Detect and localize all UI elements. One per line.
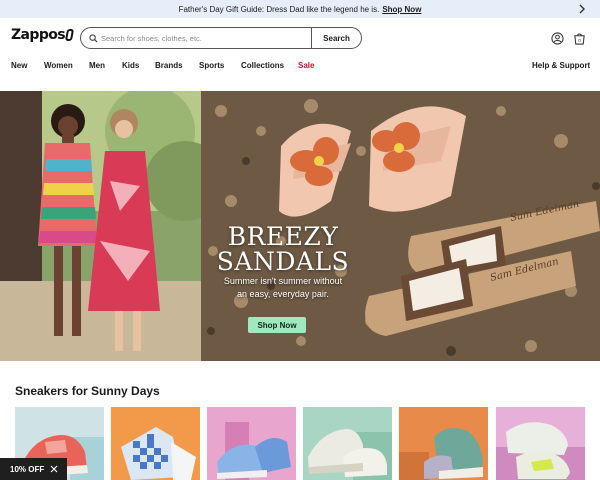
account-icon[interactable] <box>550 31 564 45</box>
site-header: Zappos Search 0 <box>0 18 600 58</box>
search-input[interactable] <box>101 28 311 48</box>
product-tile[interactable] <box>303 407 392 480</box>
chevron-right-icon[interactable] <box>576 3 588 15</box>
nav-item-collections[interactable]: Collections <box>241 61 284 70</box>
section-title: Sneakers for Sunny Days <box>15 384 160 398</box>
search-button[interactable]: Search <box>311 28 361 48</box>
zappos-logo[interactable]: Zappos <box>11 27 75 43</box>
logo-mark-icon <box>64 29 75 41</box>
promo-text: Father's Day Gift Guide: Dress Dad like … <box>178 4 380 14</box>
search-icon <box>81 33 101 43</box>
nav-item-brands[interactable]: Brands <box>155 61 183 70</box>
hero-subtitle-line1: Summer isn't summer without <box>223 276 343 286</box>
product-tile[interactable] <box>111 407 200 480</box>
discount-toast[interactable]: 10% OFF <box>0 458 67 480</box>
help-support-link[interactable]: Help & Support <box>532 61 590 70</box>
search-bar: Search <box>80 27 362 49</box>
hero-title-line2: SANDALS <box>216 247 350 276</box>
logo-text: Zappos <box>11 27 66 43</box>
promo-shop-now-link[interactable]: Shop Now <box>382 5 421 14</box>
hero-text-block: BREEZY SANDALS Summer isn't summer witho… <box>203 224 363 300</box>
nav-item-women[interactable]: Women <box>44 61 73 70</box>
product-tile[interactable] <box>496 407 585 480</box>
cart-icon[interactable]: 0 <box>572 31 586 45</box>
svg-text:0: 0 <box>578 38 581 43</box>
promo-banner: Father's Day Gift Guide: Dress Dad like … <box>0 0 600 18</box>
product-tile[interactable] <box>399 407 488 480</box>
main-nav: New Women Men Kids Brands Sports Collect… <box>0 58 600 76</box>
nav-item-men[interactable]: Men <box>89 61 105 70</box>
hero-shop-now-button[interactable]: Shop Now <box>248 317 306 333</box>
nav-item-sale[interactable]: Sale <box>298 61 314 70</box>
sneaker-carousel <box>0 407 600 480</box>
nav-item-sports[interactable]: Sports <box>199 61 224 70</box>
toast-text: 10% OFF <box>10 464 45 474</box>
hero-subtitle-line2: an easy, everyday pair. <box>237 289 329 299</box>
product-tile[interactable] <box>207 407 296 480</box>
close-icon[interactable] <box>49 464 59 474</box>
hero-models-image <box>0 91 201 361</box>
hero-title-line1: BREEZY <box>227 222 339 251</box>
nav-item-kids[interactable]: Kids <box>122 61 139 70</box>
nav-item-new[interactable]: New <box>11 61 27 70</box>
